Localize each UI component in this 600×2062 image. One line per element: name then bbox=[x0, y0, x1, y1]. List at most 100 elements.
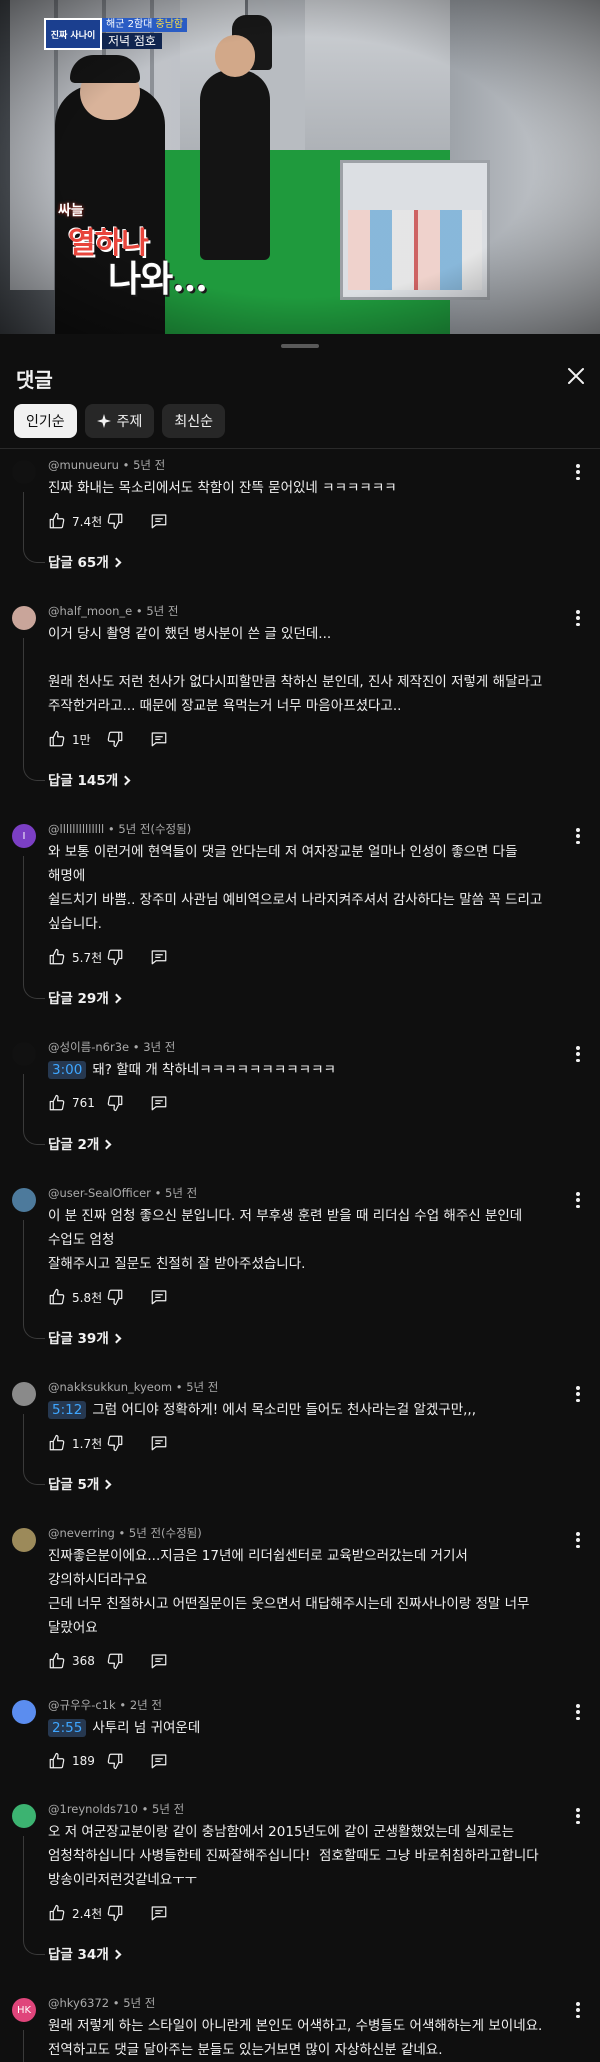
replies-toggle[interactable]: 답글 39개 bbox=[48, 1322, 556, 1356]
chevron-right-icon bbox=[111, 993, 122, 1004]
like-button[interactable]: 368 bbox=[48, 1652, 106, 1670]
timestamp-link[interactable]: 5:12 bbox=[48, 1401, 87, 1419]
avatar[interactable] bbox=[12, 1804, 36, 1828]
avatar[interactable]: I bbox=[12, 824, 36, 848]
like-button[interactable]: 2.4천 bbox=[48, 1904, 106, 1922]
reply-icon bbox=[151, 732, 167, 747]
like-button[interactable]: 5.8천 bbox=[48, 1288, 106, 1306]
reply-button[interactable] bbox=[150, 1094, 180, 1112]
comment-author[interactable]: @성이름-n6r3e bbox=[48, 1040, 129, 1054]
reply-button[interactable] bbox=[150, 1288, 180, 1306]
dislike-icon bbox=[107, 1289, 123, 1306]
chip-newest[interactable]: 최신순 bbox=[162, 404, 226, 438]
comment-text: 2:55 사투리 넘 귀여운데 bbox=[48, 1716, 556, 1740]
more-vert-icon[interactable] bbox=[576, 1386, 580, 1402]
dislike-button[interactable] bbox=[106, 1434, 150, 1452]
close-icon bbox=[568, 368, 584, 384]
chip-top[interactable]: 인기순 bbox=[14, 404, 77, 438]
drag-handle[interactable] bbox=[281, 344, 319, 348]
more-vert-icon[interactable] bbox=[576, 1192, 580, 1208]
comment: @규우우-c1k • 2년 전 2:55 사투리 넘 귀여운데 189 bbox=[0, 1696, 600, 1776]
comment-author[interactable]: @llllllllllllll bbox=[48, 822, 104, 836]
reply-icon bbox=[151, 1436, 167, 1451]
video-player[interactable]: 진짜 사나이 해군 2함대 충남함 저녁 점호 싸늘 열하나 나와... bbox=[0, 0, 600, 334]
comment-author[interactable]: @user-SealOfficer bbox=[48, 1186, 151, 1200]
like-count: 5.7천 bbox=[72, 950, 103, 965]
dislike-button[interactable] bbox=[106, 1904, 150, 1922]
avatar[interactable] bbox=[12, 606, 36, 630]
avatar[interactable] bbox=[12, 1042, 36, 1066]
replies-toggle[interactable]: 답글 2개 bbox=[48, 1128, 556, 1162]
like-button[interactable]: 5.7천 bbox=[48, 948, 106, 966]
comment-time: 5년 전 bbox=[165, 1186, 198, 1200]
replies-toggle[interactable]: 답글 34개 bbox=[48, 1938, 556, 1972]
avatar[interactable] bbox=[12, 1382, 36, 1406]
like-icon bbox=[49, 1288, 65, 1305]
reply-thread-line bbox=[23, 638, 45, 781]
avatar[interactable] bbox=[12, 460, 36, 484]
comment-author[interactable]: @munueuru bbox=[48, 458, 119, 472]
more-vert-icon[interactable] bbox=[576, 1532, 580, 1548]
comment-text: 진짜 화내는 목소리에서도 착함이 잔뜩 묻어있네 ㅋㅋㅋㅋㅋㅋ bbox=[48, 476, 556, 500]
comment-body: 진짜좋은분이에요...지금은 17년에 리더쉽센터로 교육받으러갔는데 거기서 … bbox=[48, 1548, 530, 1636]
more-vert-icon[interactable] bbox=[576, 1046, 580, 1062]
comment-meta: @llllllllllllll • 5년 전(수정됨) bbox=[48, 822, 192, 836]
dislike-button[interactable] bbox=[106, 1094, 150, 1112]
more-vert-icon[interactable] bbox=[576, 2002, 580, 2018]
like-icon bbox=[49, 1904, 65, 1921]
avatar[interactable] bbox=[12, 1188, 36, 1212]
close-button[interactable] bbox=[562, 362, 590, 390]
chevron-right-icon bbox=[111, 1949, 122, 1960]
comment: @성이름-n6r3e • 3년 전 3:00 돼? 할때 개 착하네ㅋㅋㅋㅋㅋㅋㅋ… bbox=[0, 1038, 600, 1162]
comment-author[interactable]: @half_moon_e bbox=[48, 604, 132, 618]
reply-button[interactable] bbox=[150, 1752, 180, 1770]
dislike-button[interactable] bbox=[106, 1752, 150, 1770]
replies-toggle[interactable]: 답글 5개 bbox=[48, 1468, 556, 1502]
like-button[interactable]: 189 bbox=[48, 1752, 106, 1770]
replies-toggle[interactable]: 답글 65개 bbox=[48, 546, 556, 580]
more-vert-icon[interactable] bbox=[576, 1808, 580, 1824]
timestamp-link[interactable]: 2:55 bbox=[48, 1719, 87, 1737]
reply-button[interactable] bbox=[150, 1904, 180, 1922]
more-vert-icon[interactable] bbox=[576, 828, 580, 844]
like-icon bbox=[49, 730, 65, 747]
dislike-icon bbox=[107, 1095, 123, 1112]
reply-thread-line bbox=[23, 1836, 45, 1955]
avatar[interactable]: HK bbox=[12, 1998, 36, 2022]
comment-author[interactable]: @1reynolds710 bbox=[48, 1802, 138, 1816]
comment-author[interactable]: @규우우-c1k bbox=[48, 1698, 116, 1712]
comment-text: 오 저 여군장교분이랑 같이 충남함에서 2015년도에 같이 군생활했었는데 … bbox=[48, 1820, 556, 1892]
comment-author[interactable]: @nakksukkun_kyeom bbox=[48, 1380, 172, 1394]
more-vert-icon[interactable] bbox=[576, 610, 580, 626]
like-count: 761 bbox=[72, 1096, 95, 1110]
dislike-button[interactable] bbox=[106, 948, 150, 966]
timestamp-link[interactable]: 3:00 bbox=[48, 1061, 87, 1079]
like-button[interactable]: 1만 bbox=[48, 730, 106, 748]
reply-thread-line bbox=[23, 856, 45, 999]
reply-button[interactable] bbox=[150, 1652, 180, 1670]
more-vert-icon[interactable] bbox=[576, 1704, 580, 1720]
comment-author[interactable]: @neverring bbox=[48, 1526, 115, 1540]
like-button[interactable]: 7.4천 bbox=[48, 512, 106, 530]
comment-text: 진짜좋은분이에요...지금은 17년에 리더쉽센터로 교육받으러갔는데 거기서 … bbox=[48, 1544, 556, 1640]
comment-author[interactable]: @hky6372 bbox=[48, 1996, 109, 2010]
avatar[interactable] bbox=[12, 1528, 36, 1552]
dislike-button[interactable] bbox=[106, 1652, 150, 1670]
reply-button[interactable] bbox=[150, 948, 180, 966]
more-vert-icon[interactable] bbox=[576, 464, 580, 480]
dislike-button[interactable] bbox=[106, 1288, 150, 1306]
reply-button[interactable] bbox=[150, 512, 180, 530]
like-icon bbox=[49, 1434, 65, 1451]
dislike-button[interactable] bbox=[106, 512, 150, 530]
like-button[interactable]: 761 bbox=[48, 1094, 106, 1112]
chip-topics[interactable]: 주제 bbox=[84, 404, 155, 438]
replies-toggle[interactable]: 답글 145개 bbox=[48, 764, 556, 798]
comment-time: 5년 전 bbox=[146, 604, 179, 618]
like-button[interactable]: 1.7천 bbox=[48, 1434, 106, 1452]
reply-icon bbox=[151, 1654, 167, 1669]
reply-button[interactable] bbox=[150, 730, 180, 748]
avatar[interactable] bbox=[12, 1700, 36, 1724]
dislike-button[interactable] bbox=[106, 730, 150, 748]
reply-button[interactable] bbox=[150, 1434, 180, 1452]
replies-toggle[interactable]: 답글 29개 bbox=[48, 982, 556, 1016]
